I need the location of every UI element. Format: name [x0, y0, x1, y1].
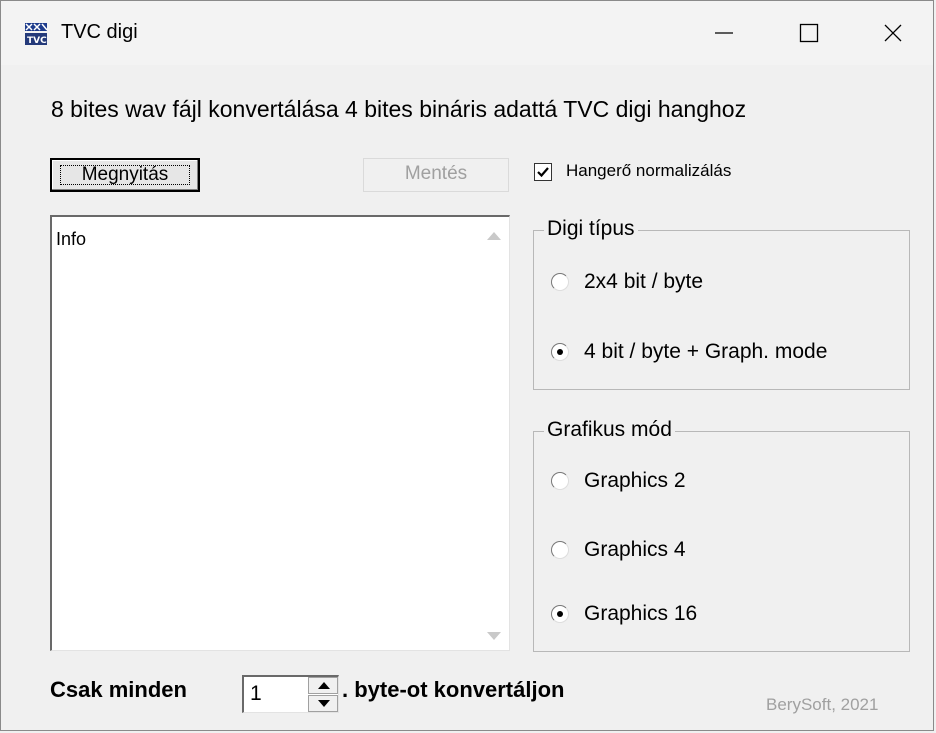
- radio-button[interactable]: [551, 541, 569, 559]
- normalize-volume-checkbox[interactable]: [534, 163, 552, 181]
- radio-button-selected[interactable]: [551, 343, 569, 361]
- scroll-up-arrow-icon[interactable]: [487, 232, 501, 240]
- radio-button[interactable]: [551, 472, 569, 490]
- every-nth-suffix-label: . byte-ot konvertáljon: [342, 677, 565, 702]
- maximize-icon: [799, 23, 819, 43]
- window-title: TVC digi: [61, 21, 138, 43]
- every-nth-prefix-label: Csak minden: [50, 677, 187, 702]
- digi-type-legend: Digi típus: [544, 216, 638, 242]
- save-button[interactable]: Mentés: [363, 158, 509, 192]
- tvc-app-icon[interactable]: TVC: [23, 21, 49, 47]
- close-button[interactable]: [863, 11, 923, 55]
- graphics-mode-legend: Grafikus mód: [544, 417, 675, 443]
- svg-text:TVC: TVC: [27, 36, 47, 46]
- app-window: TVC TVC digi 8 bites wav fájl konvertálá…: [0, 0, 934, 731]
- graphics-mode-group: Grafikus mód Graphics 2 Graphics 4 Graph…: [533, 417, 910, 652]
- byte-step-value[interactable]: 1: [250, 682, 262, 706]
- spin-down-arrow-icon[interactable]: [308, 695, 338, 712]
- maximize-button[interactable]: [779, 11, 839, 55]
- spinner-buttons: [308, 677, 338, 712]
- copyright-text: BerySoft, 2021: [766, 695, 879, 714]
- radio-label: Graphics 16: [584, 602, 698, 625]
- checkmark-icon: [537, 167, 549, 178]
- scroll-down-arrow-icon[interactable]: [487, 632, 501, 640]
- byte-step-spinner[interactable]: 1: [242, 675, 339, 713]
- minimize-button[interactable]: [694, 11, 754, 55]
- radio-label: Graphics 2: [584, 469, 686, 492]
- radio-label: Graphics 4: [584, 538, 686, 561]
- title-bar[interactable]: TVC TVC digi: [1, 1, 933, 65]
- radio-label: 2x4 bit / byte: [584, 270, 704, 293]
- info-textarea[interactable]: Info: [50, 215, 510, 651]
- digi-type-group: Digi típus 2x4 bit / byte 4 bit / byte +…: [533, 216, 910, 390]
- radio-button[interactable]: [551, 273, 569, 291]
- vertical-scrollbar[interactable]: [479, 217, 509, 650]
- normalize-volume-label: Hangerő normalizálás: [566, 161, 732, 180]
- save-button-label: Mentés: [404, 163, 468, 184]
- radio-label: 4 bit / byte + Graph. mode: [584, 340, 828, 363]
- spin-up-arrow-icon[interactable]: [308, 677, 338, 694]
- open-button[interactable]: Megnyitás: [50, 158, 200, 192]
- close-icon: [884, 24, 902, 42]
- open-button-label: Megnyitás: [81, 164, 169, 185]
- minimize-icon: [715, 32, 733, 34]
- info-text: Info: [56, 229, 87, 249]
- description-heading: 8 bites wav fájl konvertálása 4 bites bi…: [51, 96, 747, 122]
- radio-button-selected[interactable]: [551, 605, 569, 623]
